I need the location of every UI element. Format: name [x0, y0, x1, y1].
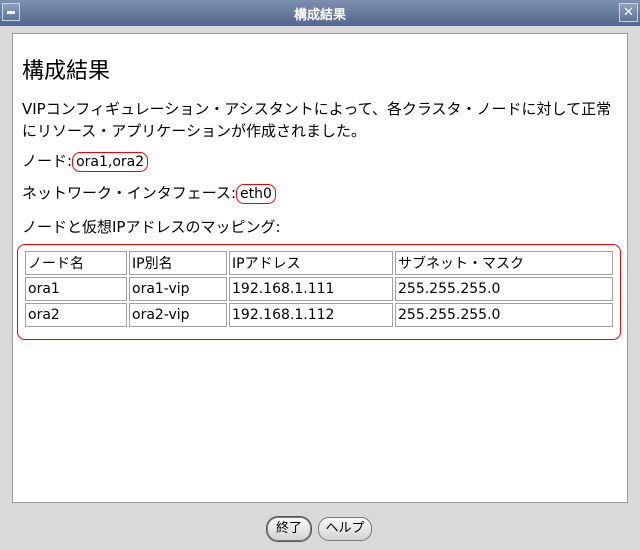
interface-row: ネットワーク・インタフェース: eth0: [22, 182, 276, 204]
window-title: 構成結果: [293, 8, 346, 23]
help-button[interactable]: ヘルプ: [318, 517, 372, 541]
title-bar: 構成結果 ✕: [0, 0, 640, 26]
column-header-subnet: サブネット・マスク: [395, 251, 613, 275]
table-row[interactable]: ora2 ora2-vip 192.168.1.112 255.255.255.…: [25, 303, 613, 327]
mapping-table-highlight: ノード名 IP別名 IPアドレス サブネット・マスク ora1 ora1-vip…: [17, 244, 621, 340]
cell-ip: 192.168.1.112: [229, 303, 393, 327]
result-description: VIPコンフィギュレーション・アシスタントによって、各クラスタ・ノードに対して正…: [22, 100, 612, 140]
mapping-table: ノード名 IP別名 IPアドレス サブネット・マスク ora1 ora1-vip…: [23, 249, 615, 329]
table-row[interactable]: ora1 ora1-vip 192.168.1.111 255.255.255.…: [25, 277, 613, 301]
interface-value: eth0: [236, 184, 276, 204]
cell-subnet: 255.255.255.0: [395, 303, 613, 327]
cell-alias: ora1-vip: [129, 277, 227, 301]
close-icon[interactable]: ✕: [619, 3, 638, 22]
cell-ip: 192.168.1.111: [229, 277, 393, 301]
cell-alias: ora2-vip: [129, 303, 227, 327]
page-title: 構成結果: [22, 59, 111, 84]
mapping-label: ノードと仮想IPアドレスのマッピング:: [22, 218, 281, 236]
cell-subnet: 255.255.255.0: [395, 277, 613, 301]
interface-label: ネットワーク・インタフェース:: [22, 184, 237, 202]
nodes-label: ノード:: [22, 152, 73, 170]
dialog-body: 構成結果 VIPコンフィギュレーション・アシスタントによって、各クラスタ・ノード…: [5, 26, 635, 511]
finish-button[interactable]: 終了: [267, 517, 311, 541]
button-bar: 終了 ヘルプ: [0, 511, 640, 550]
table-header-row: ノード名 IP別名 IPアドレス サブネット・マスク: [25, 251, 613, 275]
cell-node: ora1: [25, 277, 127, 301]
column-header-ip: IPアドレス: [229, 251, 393, 275]
nodes-row: ノード: ora1,ora2: [22, 150, 149, 172]
content-panel: 構成結果 VIPコンフィギュレーション・アシスタントによって、各クラスタ・ノード…: [12, 33, 628, 503]
cell-node: ora2: [25, 303, 127, 327]
nodes-value: ora1,ora2: [72, 152, 149, 172]
column-header-node: ノード名: [25, 251, 127, 275]
column-header-alias: IP別名: [129, 251, 227, 275]
